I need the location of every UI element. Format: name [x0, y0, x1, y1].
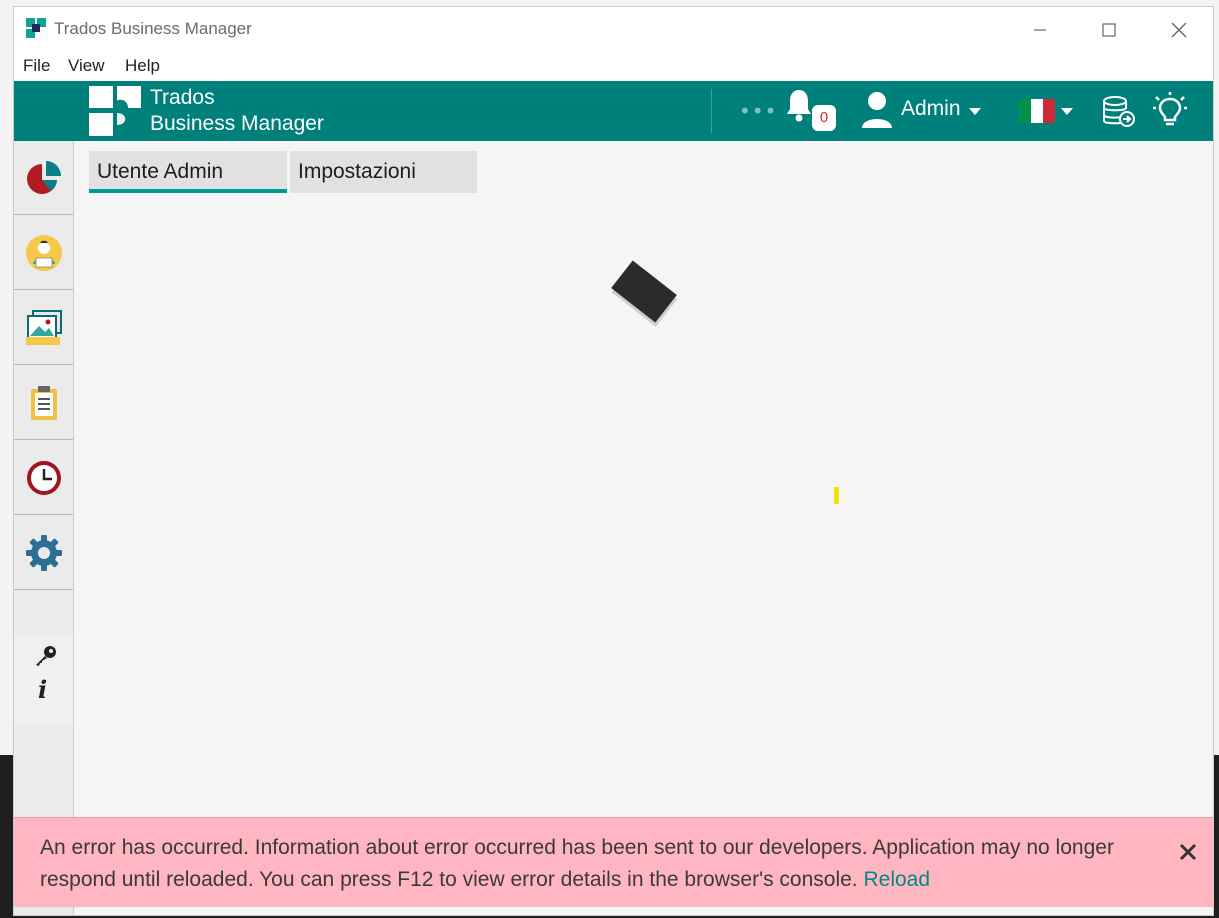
- trados-logo-icon: [89, 86, 141, 136]
- brand-line-1: Trados: [150, 86, 215, 109]
- title-bar[interactable]: Trados Business Manager: [14, 7, 1213, 51]
- language-chevron-down-icon[interactable]: [1061, 108, 1073, 115]
- dismiss-error-icon[interactable]: [1177, 841, 1199, 863]
- sidebar-item-time[interactable]: [14, 441, 73, 515]
- flag-red-stripe: [1043, 99, 1055, 123]
- sidebar-item-users[interactable]: [14, 216, 73, 290]
- clock-icon: [26, 460, 61, 495]
- reload-link[interactable]: Reload: [863, 868, 930, 891]
- notification-count-badge: 0: [812, 105, 836, 131]
- minimize-button[interactable]: [1017, 11, 1063, 49]
- menu-help[interactable]: Help: [125, 56, 160, 76]
- database-icon[interactable]: [1101, 95, 1135, 129]
- app-window: Trados Business Manager File View Help T…: [13, 6, 1214, 916]
- maximize-button[interactable]: [1086, 11, 1132, 49]
- app-logo-icon: [26, 18, 46, 38]
- sidebar-item-reports[interactable]: [14, 141, 73, 215]
- header-separator: [711, 89, 712, 133]
- user-menu-button[interactable]: Admin: [901, 97, 961, 121]
- close-icon: [1171, 22, 1187, 38]
- sidebar-utility-area: i: [14, 635, 73, 725]
- key-icon[interactable]: [34, 645, 58, 667]
- user-desk-icon: [25, 234, 62, 271]
- more-options-button[interactable]: •••: [739, 99, 777, 123]
- menu-file[interactable]: File: [23, 56, 50, 76]
- lightbulb-icon[interactable]: [1152, 91, 1188, 129]
- gear-icon: [25, 534, 62, 571]
- gallery-icon: [25, 309, 62, 345]
- bell-icon[interactable]: [784, 87, 814, 123]
- minimize-icon: [1034, 29, 1046, 31]
- tab-impostazioni[interactable]: Impostazioni: [290, 151, 477, 193]
- close-window-button[interactable]: [1156, 11, 1202, 49]
- loading-spinner: [611, 260, 677, 323]
- user-avatar-icon[interactable]: [860, 90, 894, 130]
- sidebar-item-settings[interactable]: [14, 516, 73, 590]
- loading-indicator-mark: [834, 487, 839, 504]
- error-message: An error has occurred. Information about…: [40, 836, 1114, 891]
- sidebar-item-tasks[interactable]: [14, 366, 73, 440]
- error-banner: An error has occurred. Information about…: [14, 817, 1213, 907]
- tab-utente-admin[interactable]: Utente Admin: [89, 151, 287, 193]
- sidebar-item-gallery[interactable]: [14, 291, 73, 365]
- flag-green-stripe: [1019, 99, 1031, 123]
- app-header: Trados Business Manager ••• 0 Admin: [14, 81, 1213, 141]
- clipboard-icon: [30, 385, 57, 420]
- flag-white-stripe: [1031, 99, 1043, 123]
- chevron-down-icon[interactable]: [969, 108, 981, 115]
- maximize-icon: [1102, 23, 1116, 37]
- italy-flag-icon[interactable]: [1019, 99, 1055, 123]
- menu-view[interactable]: View: [68, 56, 105, 76]
- info-icon[interactable]: i: [38, 675, 47, 704]
- menu-bar: File View Help: [14, 51, 1213, 81]
- sidebar: i: [14, 141, 74, 915]
- pie-chart-icon: [26, 160, 61, 194]
- brand-line-2: Business Manager: [150, 112, 324, 135]
- window-title: Trados Business Manager: [54, 19, 252, 38]
